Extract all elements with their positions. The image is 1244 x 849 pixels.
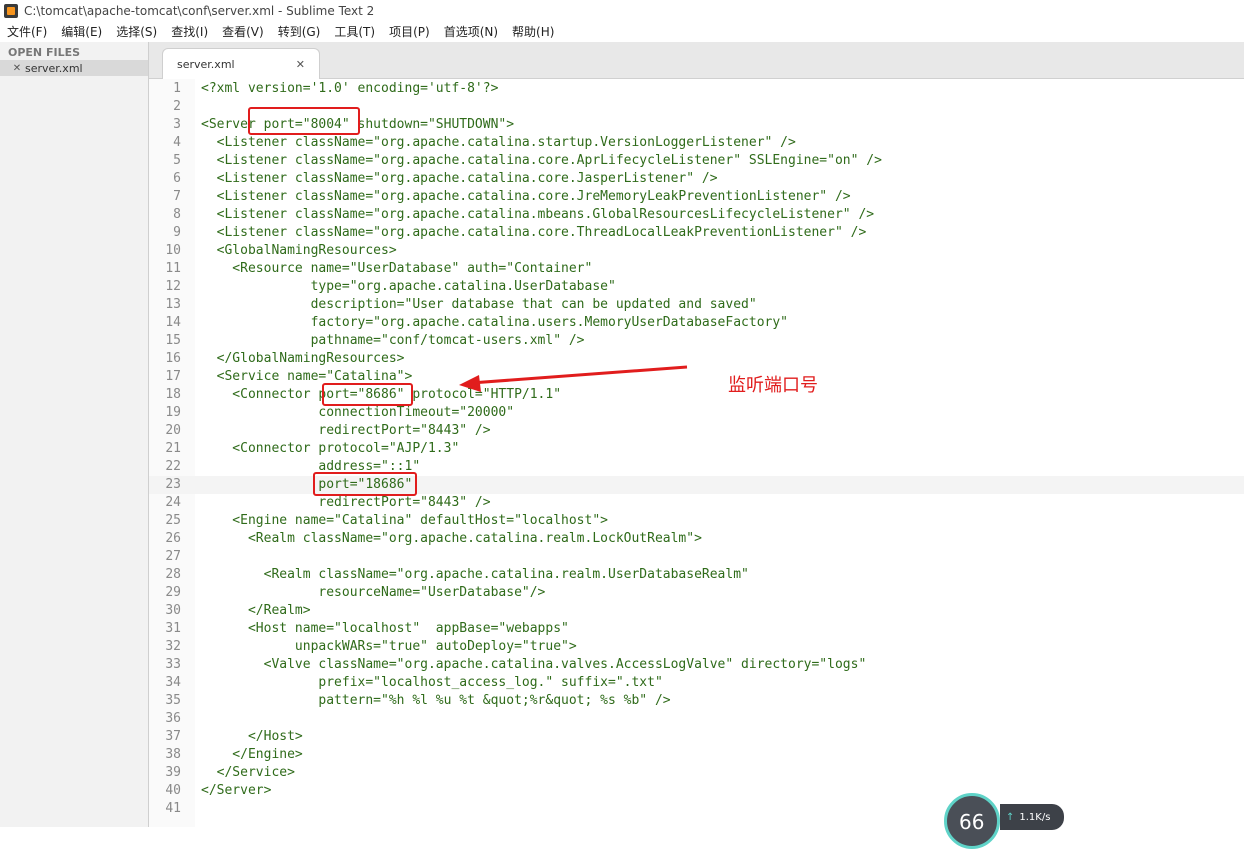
menu-edit[interactable]: 编辑(E) [54,22,109,42]
close-icon[interactable]: ✕ [296,58,305,71]
menu-find[interactable]: 查找(I) [164,22,215,42]
open-files-heading: OPEN FILES [8,46,81,59]
menu-bar: 文件(F) 编辑(E) 选择(S) 查找(I) 查看(V) 转到(G) 工具(T… [0,22,1244,42]
sublime-app-icon [4,4,18,18]
upload-arrow-icon: ↑ [1006,811,1015,823]
speed-readout: ↑ 1.1K/s [1000,804,1064,830]
menu-tools[interactable]: 工具(T) [327,22,382,42]
annotation-arrow [459,365,688,392]
tab-bar: server.xml ✕ [149,42,1244,79]
open-file-name: server.xml [25,61,83,75]
menu-help[interactable]: 帮助(H) [505,22,561,42]
menu-selection[interactable]: 选择(S) [109,22,164,42]
menu-goto[interactable]: 转到(G) [271,22,328,42]
tab-server-xml[interactable]: server.xml ✕ [162,48,320,79]
menu-project[interactable]: 项目(P) [382,22,437,42]
tab-label: server.xml [177,57,235,71]
title-bar: C:\tomcat\apache-tomcat\conf\server.xml … [0,0,1244,22]
dial-value: 66 [959,810,985,834]
annotation-label: 监听端口号 [728,375,818,396]
speed-value: 1.1K/s [1019,811,1051,823]
open-file-item[interactable]: ✕ server.xml [0,60,148,76]
usage-dial: 66 [944,793,1000,849]
menu-file[interactable]: 文件(F) [0,22,54,42]
close-icon[interactable]: ✕ [12,63,22,74]
menu-preferences[interactable]: 首选项(N) [437,22,505,42]
sidebar: OPEN FILES ✕ server.xml [0,42,149,827]
menu-view[interactable]: 查看(V) [215,22,271,42]
code-editor[interactable]: 1 <?xml version='1.0' encoding='utf-8'?> 2… [149,79,1244,827]
window-title: C:\tomcat\apache-tomcat\conf\server.xml … [24,4,375,18]
network-speed-widget[interactable]: 66 ↑ 1.1K/s [944,793,1064,849]
